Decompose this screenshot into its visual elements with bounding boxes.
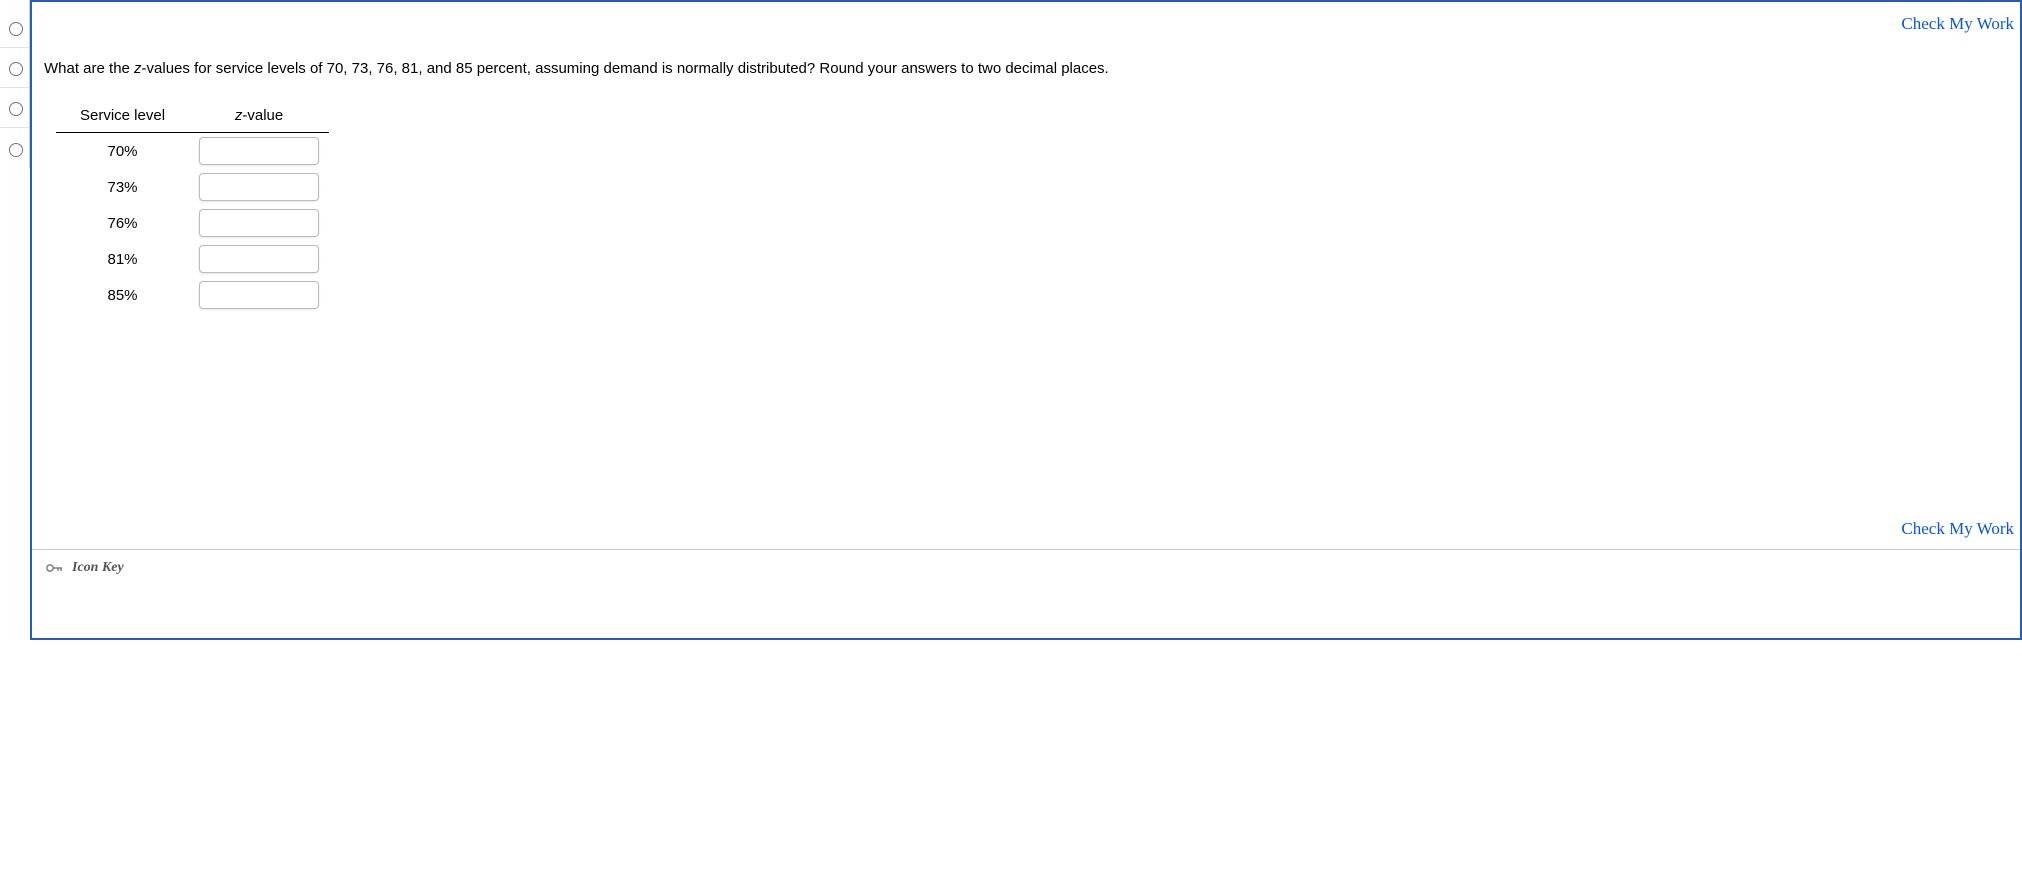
check-my-work-top-container: Check My Work — [32, 2, 2020, 40]
main-panel: Check My Work What are the z-values for … — [30, 0, 2022, 640]
check-my-work-bottom-container: Check My Work — [32, 513, 2020, 549]
table-row: 85% — [56, 277, 329, 313]
question-radio-4[interactable] — [9, 143, 23, 157]
z-value-input-85[interactable] — [199, 281, 319, 309]
service-level-cell: 81% — [56, 241, 189, 277]
table-row: 70% — [56, 133, 329, 170]
page-wrapper: Check My Work What are the z-values for … — [0, 0, 2022, 640]
question-radio-2[interactable] — [9, 62, 23, 76]
z-value-input-76[interactable] — [199, 209, 319, 237]
service-level-cell: 85% — [56, 277, 189, 313]
question-text: What are the z-values for service levels… — [32, 40, 2020, 83]
key-icon — [46, 562, 64, 574]
table-header-service-level: Service level — [56, 101, 189, 133]
table-row: 76% — [56, 205, 329, 241]
answer-table: Service level z-value 70% 73% 76% — [56, 101, 329, 313]
table-row: 73% — [56, 169, 329, 205]
z-value-input-81[interactable] — [199, 245, 319, 273]
service-level-cell: 76% — [56, 205, 189, 241]
table-row: 81% — [56, 241, 329, 277]
icon-key-bar: Icon Key — [32, 549, 2020, 586]
question-radio-3[interactable] — [9, 102, 23, 116]
z-value-input-70[interactable] — [199, 137, 319, 165]
z-value-input-73[interactable] — [199, 173, 319, 201]
icon-key-label: Icon Key — [72, 560, 124, 576]
question-text-pre: What are the — [44, 60, 134, 77]
question-text-post: -values for service levels of 70, 73, 76… — [142, 60, 1109, 77]
check-my-work-link-bottom[interactable]: Check My Work — [1901, 519, 2014, 538]
table-header-z-value: z-value — [189, 101, 329, 133]
question-radio-1[interactable] — [9, 22, 23, 36]
service-level-cell: 73% — [56, 169, 189, 205]
table-header-value-suffix: -value — [242, 107, 283, 124]
question-z-italic: z — [134, 60, 142, 77]
service-level-cell: 70% — [56, 133, 189, 170]
check-my-work-link-top[interactable]: Check My Work — [1901, 14, 2014, 33]
side-radio-column — [0, 0, 30, 168]
